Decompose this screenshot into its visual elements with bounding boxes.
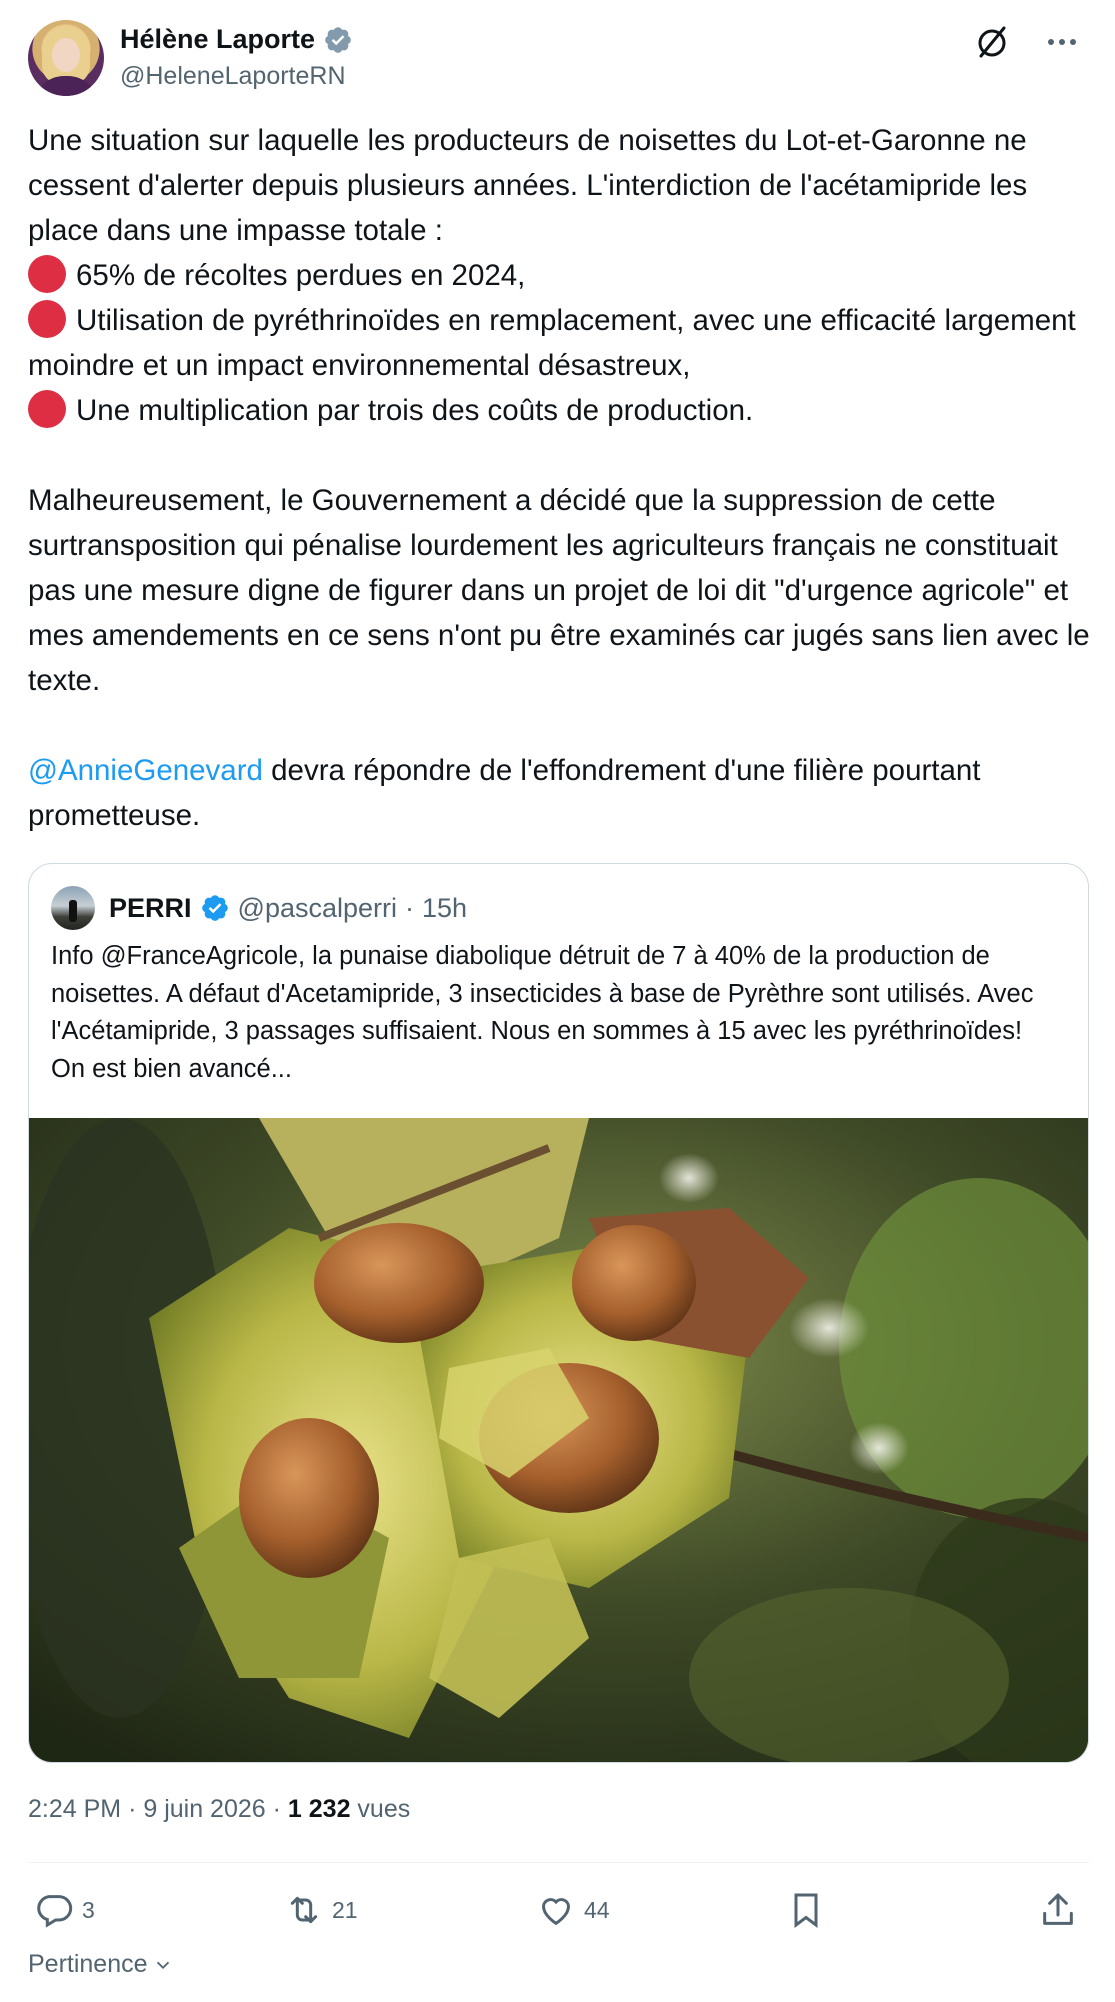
author-avatar[interactable]: [28, 20, 104, 96]
tweet-paragraph: @AnnieGenevard devra répondre de l'effon…: [28, 754, 981, 832]
reply-button[interactable]: 3: [34, 1880, 95, 1940]
quoted-tweet-text: Info @FranceAgricole, la punaise diaboli…: [51, 942, 1034, 1083]
tweet-header: Hélène Laporte @HeleneLaporteRN: [28, 20, 1088, 96]
quoted-author-name: PERRI: [109, 892, 192, 923]
verified-badge-icon: [201, 895, 228, 921]
reply-count: 3: [82, 1896, 95, 1923]
hazelnut-photo[interactable]: [29, 1118, 1089, 1763]
red-circle-icon: [28, 390, 66, 428]
separator: ·: [272, 1795, 281, 1823]
bullet-item: 65% de récoltes perdues en 2024,: [28, 253, 1098, 298]
quoted-tweet-time: 15h: [422, 892, 468, 923]
author-name-row[interactable]: Hélène Laporte: [120, 24, 353, 55]
author-name[interactable]: Hélène Laporte: [120, 24, 315, 55]
red-circle-icon: [28, 255, 66, 293]
tweet-date[interactable]: 9 juin 2026: [143, 1795, 265, 1823]
action-bar: 3 21 44: [28, 1880, 1089, 1940]
like-icon: [541, 1898, 571, 1926]
more-options-icon[interactable]: [1042, 22, 1082, 62]
tweet-paragraph: Malheureusement, le Gouvernement a décid…: [28, 484, 1090, 697]
reply-icon: [37, 1895, 73, 1928]
tweet-intro: Une situation sur laquelle les producteu…: [28, 124, 1028, 247]
like-button[interactable]: 44: [536, 1880, 610, 1940]
quoted-tweet[interactable]: PERRI @pascalperri · 15h Info @FranceAgr…: [28, 863, 1089, 1763]
bookmark-button[interactable]: [786, 1880, 826, 1940]
grok-icon[interactable]: [972, 22, 1012, 62]
views-label: vues: [357, 1795, 411, 1823]
share-icon: [1043, 1893, 1073, 1925]
retweet-button[interactable]: 21: [284, 1880, 358, 1940]
bookmark-icon: [794, 1893, 818, 1928]
views-count: 1 232: [287, 1795, 351, 1823]
like-count: 44: [584, 1896, 610, 1923]
retweet-icon: [290, 1896, 318, 1924]
bullet-item: Une multiplication par trois des coûts d…: [28, 388, 1098, 433]
quoted-author-avatar: [51, 886, 95, 930]
mention-link[interactable]: @AnnieGenevard: [28, 754, 263, 787]
separator: ·: [405, 892, 414, 923]
tweet-body: Une situation sur laquelle les producteu…: [28, 118, 1098, 838]
tweet-time[interactable]: 2:24 PM: [28, 1795, 121, 1823]
retweet-count: 21: [332, 1896, 358, 1923]
share-button[interactable]: [1038, 1880, 1078, 1940]
chevron-down-icon: [156, 1961, 169, 1969]
sort-label: Pertinence: [28, 1950, 148, 1978]
separator: ·: [128, 1795, 137, 1823]
quoted-author-handle: @pascalperri: [237, 892, 397, 923]
quoted-tweet-header: PERRI @pascalperri · 15h: [51, 886, 467, 930]
red-circle-icon: [28, 300, 66, 338]
replies-sort-dropdown[interactable]: Pertinence: [28, 1950, 174, 1979]
bullet-item: Utilisation de pyréthrinoïdes en remplac…: [28, 298, 1098, 388]
divider: [28, 1862, 1089, 1863]
tweet-meta: 2:24 PM · 9 juin 2026 · 1 232 vues: [28, 1795, 410, 1824]
verified-badge-icon: [325, 26, 351, 53]
author-handle[interactable]: @HeleneLaporteRN: [120, 62, 346, 91]
